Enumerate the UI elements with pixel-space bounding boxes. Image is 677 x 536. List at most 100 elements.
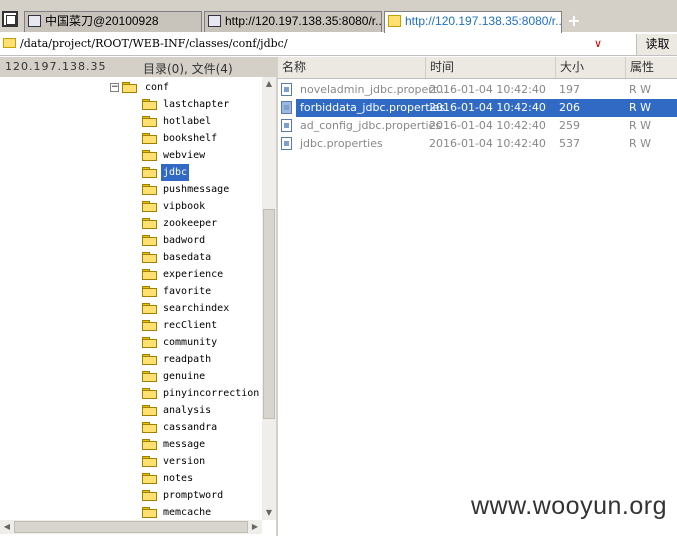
folder-icon — [142, 354, 157, 365]
tree-node-label: lastchapter — [163, 99, 230, 110]
scroll-thumb[interactable] — [263, 209, 275, 419]
file-time: 2016-01-04 10:42:40 — [429, 137, 546, 150]
folder-icon — [142, 456, 157, 467]
file-row[interactable]: forbiddata_jdbc.properties 2016-01-04 10:… — [278, 99, 677, 117]
folder-icon — [142, 133, 157, 144]
path-dropdown-icon[interactable]: ∨ — [594, 37, 602, 50]
folder-icon — [142, 371, 157, 382]
file-icon — [281, 101, 292, 114]
tree-node-label: pinyincorrection — [163, 388, 260, 399]
tree-node-label: memcache — [163, 507, 212, 518]
file-icon — [281, 119, 292, 132]
file-name: ad_config_jdbc.properties — [300, 119, 442, 132]
scroll-thumb[interactable] — [14, 521, 248, 533]
tree-node-label: version — [163, 456, 206, 467]
tab-url-2[interactable]: http://120.197.138.35:8080/r... — [384, 11, 562, 33]
file-name: jdbc.properties — [300, 137, 383, 150]
folder-icon — [142, 337, 157, 348]
folder-icon — [142, 235, 157, 246]
tree-vertical-scrollbar[interactable]: ▲ ▼ — [262, 77, 276, 520]
file-size: 259 — [559, 119, 580, 132]
folder-open-icon — [122, 82, 137, 93]
tree-node-label: basedata — [163, 252, 212, 263]
file-attr: R W — [629, 83, 652, 96]
host-label: 120.197.138.35 — [5, 60, 107, 73]
folder-icon — [142, 167, 157, 178]
column-time[interactable]: 时间 — [426, 57, 556, 78]
tree-node-label: jdbc — [161, 164, 190, 181]
file-row[interactable]: jdbc.properties 2016-01-04 10:42:40 537 R W — [278, 135, 677, 153]
tree-node-label: bookshelf — [163, 133, 218, 144]
folder-icon — [142, 303, 157, 314]
folder-icon — [142, 422, 157, 433]
folder-icon — [142, 116, 157, 127]
tree-node-label: vipbook — [163, 201, 206, 212]
tree-node-label: badword — [163, 235, 206, 246]
column-attr[interactable]: 属性 — [626, 57, 677, 78]
folder-icon — [142, 252, 157, 263]
tree-node-label: community — [163, 337, 218, 348]
tree-node-label: webview — [163, 150, 206, 161]
read-button[interactable]: 读取 — [636, 34, 677, 55]
scroll-right-icon[interactable]: ▶ — [248, 520, 262, 534]
tab-url-1[interactable]: http://120.197.138.35:8080/r... — [204, 11, 382, 32]
file-icon — [281, 137, 292, 150]
folder-icon — [142, 218, 157, 229]
tree-node-label: zookeeper — [163, 218, 218, 229]
folder-icon — [142, 201, 157, 212]
folder-icon — [142, 388, 157, 399]
collapse-icon[interactable]: − — [110, 83, 119, 92]
tree-node-label: promptword — [163, 490, 224, 501]
window-menu-icon[interactable] — [2, 11, 18, 27]
tree-node-label: notes — [163, 473, 194, 484]
scroll-up-icon[interactable]: ▲ — [262, 77, 276, 91]
tree-node-label: cassandra — [163, 422, 218, 433]
tree-node-label: pushmessage — [163, 184, 230, 195]
tab-caidao[interactable]: 中国菜刀@20100928 — [24, 11, 202, 32]
folder-icon — [388, 15, 401, 27]
folder-icon — [142, 150, 157, 161]
folder-icon — [3, 38, 16, 48]
file-row[interactable]: ad_config_jdbc.properties 2016-01-04 10:4… — [278, 117, 677, 135]
file-time: 2016-01-04 10:42:40 — [429, 83, 546, 96]
tree-horizontal-scrollbar[interactable]: ◀ ▶ — [0, 520, 262, 534]
column-size[interactable]: 大小 — [556, 57, 626, 78]
folder-icon — [142, 490, 157, 501]
file-time: 2016-01-04 10:42:40 — [429, 101, 546, 114]
file-list-header: 名称 时间 大小 属性 — [278, 57, 677, 79]
folder-icon — [142, 405, 157, 416]
folder-icon — [142, 99, 157, 110]
folder-icon — [142, 507, 157, 518]
tree-node-label: analysis — [163, 405, 212, 416]
file-time: 2016-01-04 10:42:40 — [429, 119, 546, 132]
file-size: 537 — [559, 137, 580, 150]
tab-label: http://120.197.138.35:8080/r... — [405, 14, 562, 28]
directory-count: 目录(0), 文件(4) — [143, 62, 233, 76]
file-size: 197 — [559, 83, 580, 96]
left-pane-header: 120.197.138.35 目录(0), 文件(4) — [0, 57, 276, 77]
tree-node-label: conf — [145, 82, 170, 93]
tree-node-label: readpath — [163, 354, 212, 365]
path-input[interactable]: /data/project/ROOT/WEB-INF/classes/conf/… — [20, 36, 288, 52]
folder-icon — [142, 473, 157, 484]
file-row[interactable]: noveladmin_jdbc.propert... 2016-01-04 10:… — [278, 81, 677, 99]
tree-node-label: favorite — [163, 286, 212, 297]
file-name: noveladmin_jdbc.propert... — [300, 83, 448, 96]
tab-icon — [28, 15, 41, 27]
file-attr: R W — [629, 119, 652, 132]
address-bar: /data/project/ROOT/WEB-INF/classes/conf/… — [0, 33, 677, 56]
tree-node-label: experience — [163, 269, 224, 280]
file-size: 206 — [559, 101, 580, 114]
folder-icon — [142, 439, 157, 450]
tree-node-label: genuine — [163, 371, 206, 382]
file-attr: R W — [629, 101, 652, 114]
scroll-left-icon[interactable]: ◀ — [0, 520, 14, 534]
column-name[interactable]: 名称 — [278, 57, 426, 78]
tab-label: 中国菜刀@20100928 — [45, 14, 159, 28]
new-tab-button[interactable]: + — [566, 13, 582, 29]
tree-node-label: recClient — [163, 320, 218, 331]
watermark: www.wooyun.org — [471, 492, 667, 520]
directory-tree: − conf lastchapter hotlabel bookshelf webvi… — [0, 77, 262, 520]
tree-node-label: message — [163, 439, 206, 450]
scroll-down-icon[interactable]: ▼ — [262, 506, 276, 520]
